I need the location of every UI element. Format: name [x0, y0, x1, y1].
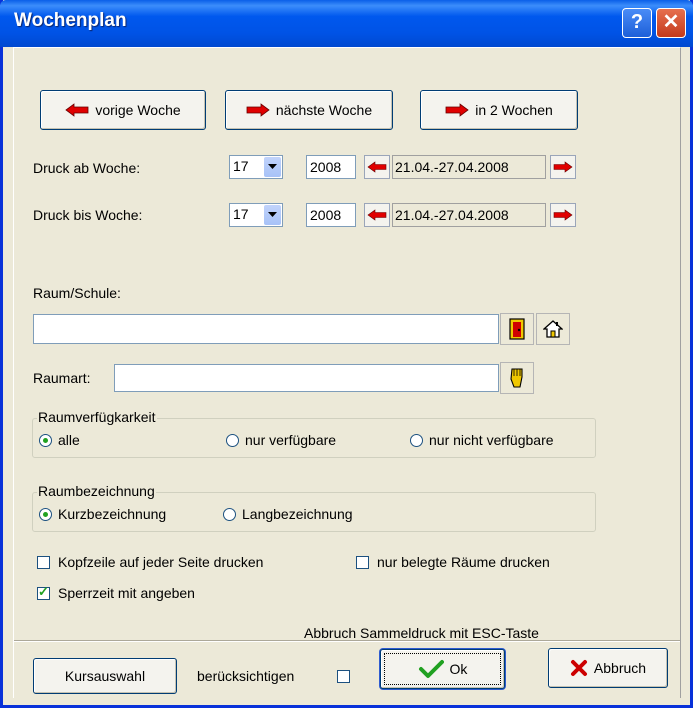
- prev-week-button[interactable]: vorige Woche: [40, 90, 206, 130]
- room-input[interactable]: [33, 314, 499, 344]
- ok-button[interactable]: Ok: [380, 649, 505, 689]
- print-from-range: 21.04.-27.04.2008: [392, 155, 546, 179]
- arrow-left-icon: [65, 103, 89, 117]
- header-each-page-label: Kopfzeile auf jeder Seite drucken: [58, 554, 264, 570]
- print-to-next-button[interactable]: [550, 203, 576, 227]
- lock-time-checkbox[interactable]: Sperrzeit mit angeben: [37, 584, 195, 601]
- title-bar: Wochenplan ? ✕: [0, 0, 693, 47]
- in-two-weeks-label: in 2 Wochen: [475, 102, 553, 118]
- checkbox-icon: [37, 555, 50, 569]
- chevron-down-icon[interactable]: [264, 205, 281, 225]
- pointing-hand-icon: [510, 368, 523, 388]
- naming-option-short[interactable]: Kurzbezeichnung: [39, 506, 166, 522]
- arrow-left-icon: [367, 209, 387, 221]
- availability-group: Raumverfügkarkeit alle nur verfügbare nu…: [32, 409, 596, 458]
- radio-icon: [223, 507, 236, 521]
- availability-option-label: alle: [58, 432, 80, 448]
- consider-label: berücksichtigen: [197, 668, 295, 684]
- lock-time-label: Sperrzeit mit angeben: [58, 585, 195, 601]
- header-each-page-checkbox[interactable]: Kopfzeile auf jeder Seite drucken: [37, 554, 263, 570]
- next-week-button[interactable]: nächste Woche: [225, 90, 393, 130]
- checkbox-icon: [356, 555, 369, 569]
- availability-option-available[interactable]: nur verfügbare: [226, 432, 336, 448]
- arrow-right-icon: [553, 209, 573, 221]
- house-icon: [543, 320, 563, 338]
- availability-option-all[interactable]: alle: [39, 432, 80, 448]
- print-to-week-select[interactable]: 17: [229, 203, 283, 227]
- naming-title: Raumbezeichnung: [37, 483, 156, 499]
- cancel-label: Abbruch: [593, 660, 647, 676]
- arrow-right-icon: [445, 103, 469, 117]
- dialog-body: vorige Woche nächste Woche in 2 Wochen D…: [13, 47, 681, 698]
- in-two-weeks-button[interactable]: in 2 Wochen: [420, 90, 578, 130]
- arrow-left-icon: [367, 161, 387, 173]
- print-to-prev-button[interactable]: [364, 203, 390, 227]
- footer-separator: [14, 640, 680, 642]
- print-to-year-field[interactable]: 2008: [306, 203, 356, 227]
- door-icon: [509, 318, 525, 340]
- naming-option-label: Kurzbezeichnung: [58, 506, 167, 522]
- room-type-button[interactable]: [500, 362, 534, 394]
- arrow-right-icon: [553, 161, 573, 173]
- print-from-week-select[interactable]: 17: [229, 155, 283, 179]
- consider-checkbox[interactable]: [337, 670, 350, 683]
- naming-option-label: Langbezeichnung: [242, 506, 353, 522]
- room-label: Raum/Schule:: [33, 285, 121, 301]
- radio-selected-icon: [39, 433, 52, 447]
- print-from-week-value: 17: [233, 158, 249, 174]
- red-x-icon: [570, 660, 587, 676]
- print-from-year-field[interactable]: 2008: [306, 155, 356, 179]
- cancel-button[interactable]: Abbruch: [548, 648, 668, 688]
- window-title: Wochenplan: [14, 10, 127, 31]
- radio-icon: [410, 433, 423, 447]
- ok-label: Ok: [449, 661, 468, 677]
- availability-option-label: nur verfügbare: [245, 432, 337, 448]
- print-to-range: 21.04.-27.04.2008: [392, 203, 546, 227]
- availability-option-label: nur nicht verfügbare: [429, 432, 554, 448]
- print-from-next-button[interactable]: [550, 155, 576, 179]
- next-week-label: nächste Woche: [275, 102, 373, 118]
- radio-selected-icon: [39, 507, 52, 521]
- help-button[interactable]: ?: [622, 8, 652, 38]
- arrow-right-icon: [246, 103, 270, 117]
- close-button[interactable]: ✕: [656, 8, 686, 38]
- course-select-label: Kursauswahl: [64, 668, 146, 684]
- occupied-only-label: nur belegte Räume drucken: [377, 554, 550, 570]
- esc-hint: Abbruch Sammeldruck mit ESC-Taste: [304, 625, 539, 641]
- availability-option-unavailable[interactable]: nur nicht verfügbare: [410, 432, 554, 448]
- naming-group: Raumbezeichnung Kurzbezeichnung Langbeze…: [32, 483, 596, 532]
- occupied-only-checkbox[interactable]: nur belegte Räume drucken: [356, 554, 550, 570]
- print-from-prev-button[interactable]: [364, 155, 390, 179]
- availability-title: Raumverfügkarkeit: [37, 409, 157, 425]
- room-open-button[interactable]: [500, 313, 534, 345]
- chevron-down-icon[interactable]: [264, 157, 281, 177]
- naming-option-long[interactable]: Langbezeichnung: [223, 506, 353, 522]
- room-type-input[interactable]: [114, 364, 499, 392]
- school-button[interactable]: [536, 313, 570, 345]
- wochenplan-dialog: Wochenplan ? ✕ vorige Woche nächste Woch…: [0, 0, 693, 708]
- print-to-label: Druck bis Woche:: [33, 207, 143, 223]
- radio-icon: [226, 433, 239, 447]
- prev-week-label: vorige Woche: [95, 102, 181, 118]
- print-from-label: Druck ab Woche:: [33, 160, 141, 176]
- checkmark-icon: [418, 660, 444, 678]
- checkbox-checked-icon: [37, 584, 50, 600]
- room-type-label: Raumart:: [33, 370, 91, 386]
- course-select-button[interactable]: Kursauswahl: [33, 658, 177, 694]
- print-to-week-value: 17: [233, 206, 249, 222]
